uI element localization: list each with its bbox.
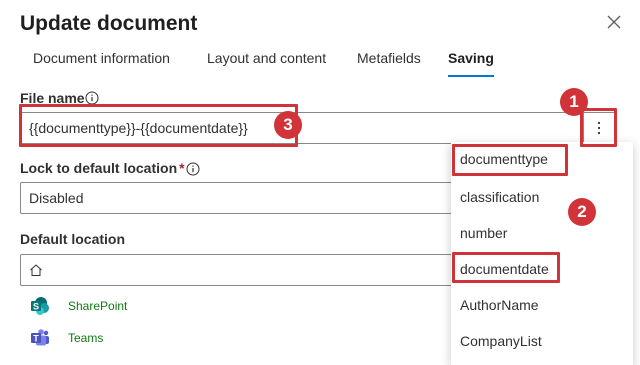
home-icon xyxy=(30,264,42,276)
tab-saving[interactable]: Saving xyxy=(448,50,494,66)
default-location-label: Default location xyxy=(20,231,126,247)
svg-text:T: T xyxy=(33,334,39,344)
teams-icon: T xyxy=(31,329,49,346)
info-icon[interactable] xyxy=(85,91,99,105)
tab-metafields[interactable]: Metafields xyxy=(357,50,421,66)
close-icon[interactable] xyxy=(606,14,622,30)
tab-document-information[interactable]: Document information xyxy=(33,50,170,66)
tab-layout-and-content[interactable]: Layout and content xyxy=(207,50,326,66)
lock-location-label: Lock to default location * xyxy=(20,160,185,176)
callout-highlight-documenttype xyxy=(452,144,568,176)
callout-badge-1: 1 xyxy=(560,88,588,116)
svg-text:S: S xyxy=(33,302,39,312)
lock-location-value: Disabled xyxy=(29,190,84,206)
tab-bar: Document information Layout and content … xyxy=(20,46,620,78)
menu-item-number[interactable]: number xyxy=(460,225,507,241)
callout-badge-3: 3 xyxy=(274,111,302,139)
active-tab-indicator xyxy=(448,75,494,77)
callout-badge-2: 2 xyxy=(568,198,596,226)
sharepoint-icon: S xyxy=(31,297,49,315)
callout-highlight-documentdate xyxy=(452,252,560,283)
required-mark: * xyxy=(179,160,185,176)
callout-highlight-insert-button xyxy=(580,108,617,147)
location-item-label: SharePoint xyxy=(68,299,128,313)
menu-item-authorname[interactable]: AuthorName xyxy=(460,297,539,313)
location-item-label: Teams xyxy=(68,331,104,345)
menu-item-companylist[interactable]: CompanyList xyxy=(460,333,542,349)
menu-item-classification[interactable]: classification xyxy=(460,189,539,205)
lock-location-label-text: Lock to default location xyxy=(20,160,178,176)
dialog-title: Update document xyxy=(20,12,198,35)
info-icon[interactable] xyxy=(186,162,200,176)
callout-highlight-file-name xyxy=(19,104,298,147)
